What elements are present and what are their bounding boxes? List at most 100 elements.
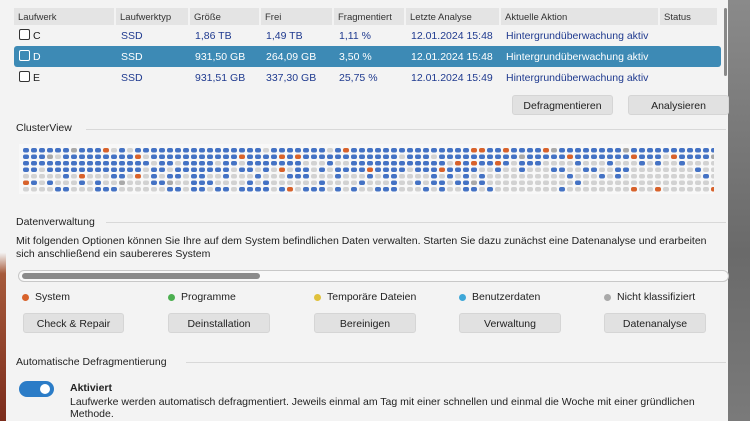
cluster-block xyxy=(207,154,213,159)
cluster-block xyxy=(583,167,589,172)
cluster-block xyxy=(663,187,669,192)
auto-defrag-toggle[interactable] xyxy=(19,381,54,397)
analyze-button[interactable]: Analysieren xyxy=(628,95,729,115)
cluster-block xyxy=(335,154,341,159)
col-size[interactable]: Größe xyxy=(190,8,259,25)
cluster-block xyxy=(503,161,509,166)
cluster-block xyxy=(663,161,669,166)
cluster-block xyxy=(495,180,501,185)
cluster-block xyxy=(63,154,69,159)
cluster-block xyxy=(671,187,677,192)
cluster-block xyxy=(295,187,301,192)
horizontal-scrollbar[interactable] xyxy=(18,270,729,282)
cluster-block xyxy=(319,167,325,172)
cluster-block xyxy=(327,180,333,185)
cluster-block xyxy=(655,167,661,172)
cluster-block xyxy=(591,154,597,159)
cluster-block xyxy=(591,161,597,166)
cluster-block xyxy=(39,180,45,185)
management-button[interactable]: Verwaltung xyxy=(459,313,561,333)
cluster-block xyxy=(583,154,589,159)
cluster-block xyxy=(503,167,509,172)
col-current-action[interactable]: Aktuelle Aktion xyxy=(501,8,658,25)
cluster-block xyxy=(103,161,109,166)
cluster-block xyxy=(663,148,669,153)
cluster-block xyxy=(543,148,549,153)
drive-checkbox[interactable] xyxy=(19,50,30,61)
col-last-analysis[interactable]: Letzte Analyse xyxy=(406,8,499,25)
cluster-block xyxy=(263,154,269,159)
cluster-block xyxy=(583,161,589,166)
cluster-block xyxy=(551,161,557,166)
cluster-block xyxy=(119,167,125,172)
col-status[interactable]: Status xyxy=(660,8,717,25)
cluster-block xyxy=(447,167,453,172)
check-repair-button[interactable]: Check & Repair xyxy=(23,313,124,333)
cluster-block xyxy=(87,180,93,185)
drive-checkbox[interactable] xyxy=(19,71,30,82)
table-row[interactable]: E SSD 931,51 GB 337,30 GB 25,75 % 12.01.… xyxy=(14,67,721,88)
cluster-block xyxy=(263,180,269,185)
defragment-button[interactable]: Defragmentieren xyxy=(512,95,613,115)
col-free[interactable]: Frei xyxy=(261,8,332,25)
table-row[interactable]: C SSD 1,86 TB 1,49 TB 1,11 % 12.01.2024 … xyxy=(14,25,721,46)
cluster-block xyxy=(295,167,301,172)
cluster-block xyxy=(223,154,229,159)
cluster-block xyxy=(167,174,173,179)
cluster-block xyxy=(463,187,469,192)
cluster-block xyxy=(135,154,141,159)
cluster-block xyxy=(567,180,573,185)
cluster-block xyxy=(231,174,237,179)
cluster-block xyxy=(519,187,525,192)
uninstall-button[interactable]: Deinstallation xyxy=(168,313,270,333)
table-row-selected[interactable]: D SSD 931,50 GB 264,09 GB 3,50 % 12.01.2… xyxy=(14,46,721,67)
cluster-block xyxy=(663,174,669,179)
cluster-block xyxy=(567,161,573,166)
cluster-block xyxy=(671,161,677,166)
cluster-block xyxy=(551,187,557,192)
cluster-block xyxy=(655,154,661,159)
cluster-block xyxy=(279,174,285,179)
section-divider xyxy=(186,362,726,363)
cluster-block xyxy=(375,187,381,192)
cluster-block xyxy=(255,154,261,159)
cluster-block xyxy=(695,187,701,192)
cluster-block xyxy=(255,148,261,153)
cluster-block xyxy=(447,148,453,153)
drive-checkbox[interactable] xyxy=(19,29,30,40)
cluster-block xyxy=(599,174,605,179)
scrollbar-thumb[interactable] xyxy=(22,273,260,279)
cluster-block xyxy=(223,174,229,179)
cluster-block xyxy=(271,167,277,172)
cleanup-button[interactable]: Bereinigen xyxy=(314,313,416,333)
cluster-block xyxy=(215,148,221,153)
col-type[interactable]: Laufwerktyp xyxy=(116,8,188,25)
drive-size: 931,51 GB xyxy=(195,71,246,84)
cluster-block xyxy=(695,148,701,153)
data-analysis-button[interactable]: Datenanalyse xyxy=(604,313,706,333)
cluster-block xyxy=(415,154,421,159)
cluster-block xyxy=(655,187,661,192)
cluster-block xyxy=(327,167,333,172)
cluster-block xyxy=(679,180,685,185)
cluster-block xyxy=(359,174,365,179)
cluster-block xyxy=(711,161,714,166)
cluster-block xyxy=(295,174,301,179)
cluster-block xyxy=(511,174,517,179)
cluster-block xyxy=(383,180,389,185)
cluster-block xyxy=(127,154,133,159)
cluster-block xyxy=(319,161,325,166)
cluster-block xyxy=(639,148,645,153)
cluster-block xyxy=(39,148,45,153)
cluster-block xyxy=(671,148,677,153)
table-scrollbar[interactable] xyxy=(724,8,727,76)
cluster-block xyxy=(415,148,421,153)
col-drive[interactable]: Laufwerk xyxy=(14,8,114,25)
cluster-block xyxy=(95,148,101,153)
cluster-block xyxy=(607,180,613,185)
col-fragmented[interactable]: Fragmentiert xyxy=(334,8,404,25)
cluster-block xyxy=(311,161,317,166)
cluster-block xyxy=(551,167,557,172)
cluster-block xyxy=(87,154,93,159)
cluster-block xyxy=(695,174,701,179)
